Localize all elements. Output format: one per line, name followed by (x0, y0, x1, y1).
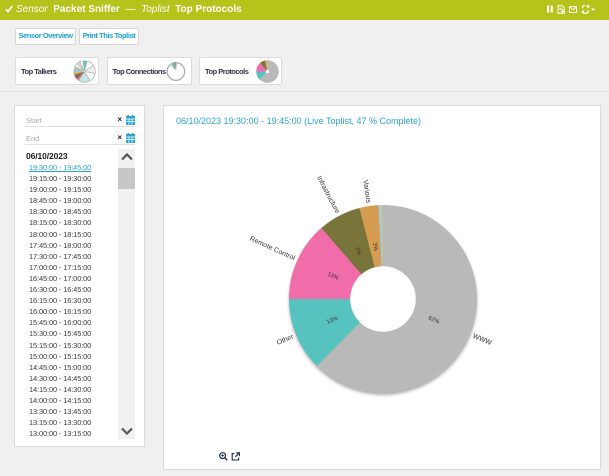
svg-text:Remote Control: Remote Control (248, 235, 296, 262)
svg-text:Other: Other (276, 333, 295, 346)
svg-text:WWW: WWW (471, 333, 492, 347)
svg-text:Various: Various (361, 179, 371, 203)
svg-text:Infrastructure: Infrastructure (315, 175, 340, 215)
svg-text:3%: 3% (371, 242, 378, 251)
